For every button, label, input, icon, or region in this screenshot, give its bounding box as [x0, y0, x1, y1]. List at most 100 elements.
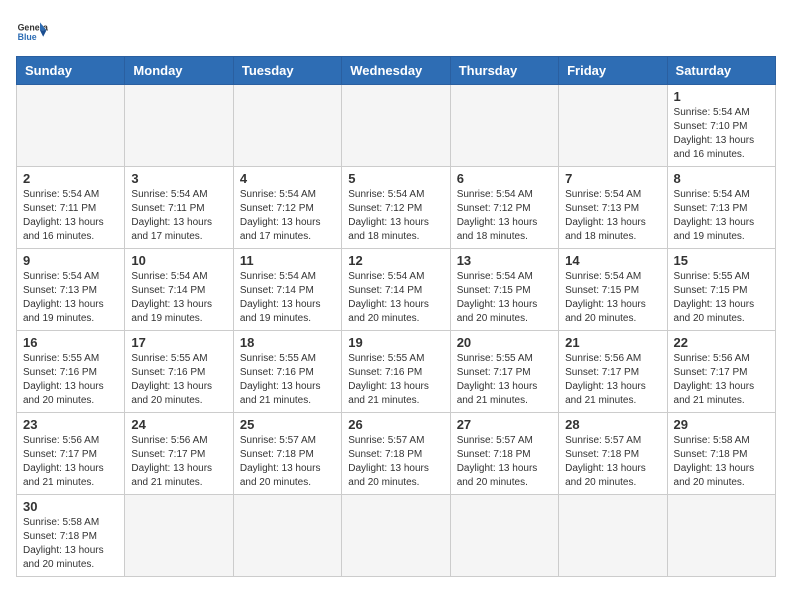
calendar-day-cell — [450, 85, 558, 167]
day-number: 16 — [23, 335, 118, 350]
calendar-day-cell: 1 Sunrise: 5:54 AMSunset: 7:10 PMDaylight… — [667, 85, 775, 167]
day-info: Sunrise: 5:55 AMSunset: 7:16 PMDaylight:… — [348, 352, 443, 408]
day-info: Sunrise: 5:55 AMSunset: 7:16 PMDaylight:… — [240, 352, 335, 408]
weekday-header-thursday: Thursday — [450, 57, 558, 85]
calendar-day-cell — [342, 495, 450, 577]
calendar-day-cell: 13 Sunrise: 5:54 AMSunset: 7:15 PMDayligh… — [450, 249, 558, 331]
day-number: 5 — [348, 171, 443, 186]
day-number: 28 — [565, 417, 660, 432]
day-number: 20 — [457, 335, 552, 350]
calendar-day-cell: 5 Sunrise: 5:54 AMSunset: 7:12 PMDaylight… — [342, 167, 450, 249]
day-number: 6 — [457, 171, 552, 186]
day-info: Sunrise: 5:57 AMSunset: 7:18 PMDaylight:… — [240, 434, 335, 490]
calendar-day-cell: 25Sunrise: 5:57 AMSunset: 7:18 PMDayligh… — [233, 413, 341, 495]
day-info: Sunrise: 5:54 AMSunset: 7:13 PMDaylight:… — [674, 188, 769, 244]
calendar-week-row: 1 Sunrise: 5:54 AMSunset: 7:10 PMDaylight… — [17, 85, 776, 167]
day-info: Sunrise: 5:54 AMSunset: 7:12 PMDaylight:… — [240, 188, 335, 244]
calendar-day-cell: 7Sunrise: 5:54 AMSunset: 7:13 PMDaylight… — [559, 167, 667, 249]
calendar-day-cell: 20 Sunrise: 5:55 AMSunset: 7:17 PMDayligh… — [450, 331, 558, 413]
calendar-table: SundayMondayTuesdayWednesdayThursdayFrid… — [16, 56, 776, 577]
day-number: 29 — [674, 417, 769, 432]
day-info: Sunrise: 5:54 AMSunset: 7:12 PMDaylight:… — [457, 188, 552, 244]
day-number: 1 — [674, 89, 769, 104]
calendar-day-cell — [342, 85, 450, 167]
calendar-day-cell — [125, 495, 233, 577]
day-number: 13 — [457, 253, 552, 268]
calendar-day-cell: 18 Sunrise: 5:55 AMSunset: 7:16 PMDayligh… — [233, 331, 341, 413]
calendar-day-cell — [450, 495, 558, 577]
day-info: Sunrise: 5:56 AMSunset: 7:17 PMDaylight:… — [565, 352, 660, 408]
day-info: Sunrise: 5:58 AMSunset: 7:18 PMDaylight:… — [23, 516, 118, 572]
weekday-header-monday: Monday — [125, 57, 233, 85]
calendar-day-cell: 29Sunrise: 5:58 AMSunset: 7:18 PMDayligh… — [667, 413, 775, 495]
day-info: Sunrise: 5:54 AMSunset: 7:15 PMDaylight:… — [457, 270, 552, 326]
calendar-week-row: 9 Sunrise: 5:54 AMSunset: 7:13 PMDaylight… — [17, 249, 776, 331]
weekday-header-friday: Friday — [559, 57, 667, 85]
calendar-week-row: 30 Sunrise: 5:58 AMSunset: 7:18 PMDayligh… — [17, 495, 776, 577]
day-info: Sunrise: 5:57 AMSunset: 7:18 PMDaylight:… — [457, 434, 552, 490]
page-header: General Blue — [16, 16, 776, 48]
day-number: 14 — [565, 253, 660, 268]
calendar-day-cell — [667, 495, 775, 577]
day-info: Sunrise: 5:56 AMSunset: 7:17 PMDaylight:… — [674, 352, 769, 408]
day-info: Sunrise: 5:56 AMSunset: 7:17 PMDaylight:… — [131, 434, 226, 490]
day-info: Sunrise: 5:54 AMSunset: 7:13 PMDaylight:… — [23, 270, 118, 326]
day-info: Sunrise: 5:54 AMSunset: 7:15 PMDaylight:… — [565, 270, 660, 326]
calendar-day-cell: 8 Sunrise: 5:54 AMSunset: 7:13 PMDaylight… — [667, 167, 775, 249]
day-info: Sunrise: 5:54 AMSunset: 7:13 PMDaylight:… — [565, 188, 660, 244]
day-number: 18 — [240, 335, 335, 350]
calendar-day-cell: 17Sunrise: 5:55 AMSunset: 7:16 PMDayligh… — [125, 331, 233, 413]
calendar-day-cell — [559, 85, 667, 167]
calendar-day-cell: 16Sunrise: 5:55 AMSunset: 7:16 PMDayligh… — [17, 331, 125, 413]
day-number: 12 — [348, 253, 443, 268]
day-number: 27 — [457, 417, 552, 432]
day-number: 11 — [240, 253, 335, 268]
calendar-day-cell: 9 Sunrise: 5:54 AMSunset: 7:13 PMDaylight… — [17, 249, 125, 331]
calendar-day-cell: 26Sunrise: 5:57 AMSunset: 7:18 PMDayligh… — [342, 413, 450, 495]
calendar-week-row: 16 Sunrise: 5:55 AMSunset: 7:16 PMDayligh… — [17, 331, 776, 413]
calendar-day-cell: 21 Sunrise: 5:56 AMSunset: 7:17 PMDayligh… — [559, 331, 667, 413]
day-number: 22 — [674, 335, 769, 350]
day-number: 19 — [348, 335, 443, 350]
weekday-header-row: SundayMondayTuesdayWednesdayThursdayFrid… — [17, 57, 776, 85]
calendar-day-cell — [17, 85, 125, 167]
day-info: Sunrise: 5:54 AMSunset: 7:12 PMDaylight:… — [348, 188, 443, 244]
logo: General Blue — [16, 16, 48, 48]
day-number: 24 — [131, 417, 226, 432]
calendar-day-cell: 23 Sunrise: 5:56 AMSunset: 7:17 PMDayligh… — [17, 413, 125, 495]
day-number: 9 — [23, 253, 118, 268]
day-number: 3 — [131, 171, 226, 186]
calendar-day-cell: 11Sunrise: 5:54 AMSunset: 7:14 PMDayligh… — [233, 249, 341, 331]
day-info: Sunrise: 5:55 AMSunset: 7:17 PMDaylight:… — [457, 352, 552, 408]
calendar-day-cell: 6 Sunrise: 5:54 AMSunset: 7:12 PMDaylight… — [450, 167, 558, 249]
calendar-day-cell: 4 Sunrise: 5:54 AMSunset: 7:12 PMDaylight… — [233, 167, 341, 249]
day-info: Sunrise: 5:54 AMSunset: 7:14 PMDaylight:… — [131, 270, 226, 326]
day-number: 4 — [240, 171, 335, 186]
day-number: 17 — [131, 335, 226, 350]
day-info: Sunrise: 5:56 AMSunset: 7:17 PMDaylight:… — [23, 434, 118, 490]
day-info: Sunrise: 5:54 AMSunset: 7:11 PMDaylight:… — [23, 188, 118, 244]
calendar-day-cell: 19 Sunrise: 5:55 AMSunset: 7:16 PMDayligh… — [342, 331, 450, 413]
day-number: 15 — [674, 253, 769, 268]
day-info: Sunrise: 5:57 AMSunset: 7:18 PMDaylight:… — [565, 434, 660, 490]
day-number: 26 — [348, 417, 443, 432]
day-number: 21 — [565, 335, 660, 350]
calendar-day-cell — [233, 85, 341, 167]
calendar-day-cell: 14 Sunrise: 5:54 AMSunset: 7:15 PMDayligh… — [559, 249, 667, 331]
calendar-day-cell — [233, 495, 341, 577]
calendar-day-cell: 15 Sunrise: 5:55 AMSunset: 7:15 PMDayligh… — [667, 249, 775, 331]
calendar-week-row: 2Sunrise: 5:54 AMSunset: 7:11 PMDaylight… — [17, 167, 776, 249]
calendar-day-cell — [125, 85, 233, 167]
day-number: 30 — [23, 499, 118, 514]
day-number: 23 — [23, 417, 118, 432]
day-number: 8 — [674, 171, 769, 186]
weekday-header-saturday: Saturday — [667, 57, 775, 85]
calendar-day-cell: 2Sunrise: 5:54 AMSunset: 7:11 PMDaylight… — [17, 167, 125, 249]
weekday-header-tuesday: Tuesday — [233, 57, 341, 85]
day-info: Sunrise: 5:55 AMSunset: 7:15 PMDaylight:… — [674, 270, 769, 326]
calendar-week-row: 23 Sunrise: 5:56 AMSunset: 7:17 PMDayligh… — [17, 413, 776, 495]
calendar-day-cell: 3Sunrise: 5:54 AMSunset: 7:11 PMDaylight… — [125, 167, 233, 249]
calendar-day-cell — [559, 495, 667, 577]
day-info: Sunrise: 5:54 AMSunset: 7:10 PMDaylight:… — [674, 106, 769, 162]
calendar-day-cell: 28 Sunrise: 5:57 AMSunset: 7:18 PMDayligh… — [559, 413, 667, 495]
